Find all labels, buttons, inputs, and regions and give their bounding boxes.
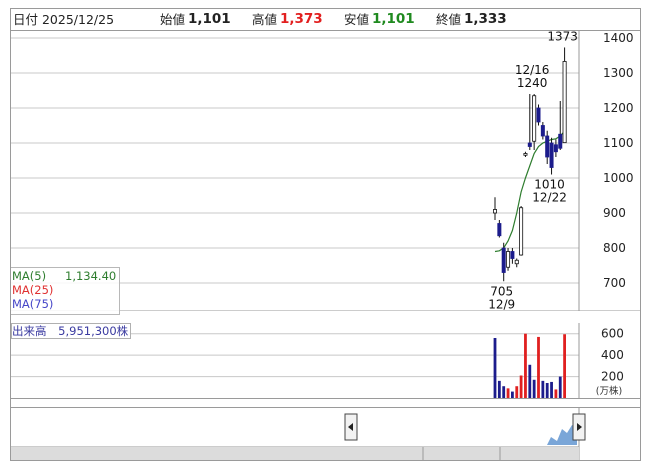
- chart-frame: 日付 2025/12/25 始値 1,101 高値 1,373 安値 1,101…: [10, 8, 641, 461]
- price-tick-label: 1100: [603, 136, 634, 150]
- date-readout: 日付 2025/12/25: [13, 12, 115, 27]
- ma-legend: MA(5) 1,134.40 MA(25) MA(75): [11, 267, 120, 315]
- close-value: 1,333: [464, 11, 507, 27]
- price-tick-label: 1400: [603, 31, 634, 45]
- candle: [527, 94, 532, 150]
- candle: [549, 137, 554, 175]
- ohlc-header: 日付 2025/12/25 始値 1,101 高値 1,373 安値 1,101…: [11, 9, 640, 31]
- price-annotation-label: 12/22: [532, 191, 567, 205]
- volume-bar: [537, 336, 540, 398]
- candle-body: [540, 125, 545, 137]
- volume-bar: [532, 379, 536, 398]
- candle-body: [562, 61, 567, 144]
- volume-tick-label: 200: [601, 370, 624, 384]
- candle-body: [519, 207, 524, 256]
- candle-body: [506, 251, 511, 268]
- price-annotation-label: 1010: [534, 178, 565, 192]
- price-tick-label: 800: [603, 241, 626, 255]
- candle-body: [510, 251, 515, 259]
- ma5-value: 1,134.40: [65, 269, 117, 283]
- candle-body: [514, 259, 519, 265]
- candle-body: [501, 247, 506, 273]
- candle: [492, 197, 497, 220]
- candle-body: [536, 107, 541, 123]
- volume-bar: [545, 383, 549, 398]
- volume-tick-label: 400: [601, 348, 624, 362]
- candle: [497, 220, 502, 238]
- volume-tick-label: 600: [601, 327, 624, 341]
- candle-body: [558, 133, 563, 149]
- candle: [545, 130, 550, 164]
- volume-bar: [528, 364, 532, 398]
- candle-body: [497, 223, 502, 237]
- open-value: 1,101: [188, 11, 231, 27]
- volume-bar: [497, 380, 501, 398]
- ma5-label: MA(5): [12, 269, 47, 283]
- range-navigator[interactable]: [11, 407, 640, 460]
- volume-bar: [563, 334, 566, 398]
- candle-body: [527, 142, 532, 147]
- price-tick-label: 1000: [603, 171, 634, 185]
- volume-bar: [550, 381, 553, 398]
- volume-title: 出来高 5,951,300株: [11, 323, 132, 339]
- volume-title-label: 出来高: [12, 324, 47, 338]
- candle: [562, 47, 567, 144]
- volume-bar: [541, 380, 545, 398]
- high-label: 高値: [252, 12, 278, 27]
- candle-body: [523, 153, 528, 156]
- candle: [536, 104, 541, 126]
- price-annotation-label: 12/16: [515, 63, 550, 77]
- close-label: 終値: [436, 12, 462, 27]
- candle-body: [492, 209, 497, 214]
- price-annotation-label: 1373: [547, 31, 578, 43]
- candle: [523, 151, 528, 157]
- price-tick-label: 900: [603, 206, 626, 220]
- ma25-label: MA(25): [12, 283, 54, 297]
- price-tick-label: 700: [603, 276, 626, 290]
- volume-total: 5,951,300株: [58, 324, 129, 338]
- candle: [514, 258, 519, 268]
- navigator-track[interactable]: [11, 447, 579, 460]
- ma75-label: MA(75): [12, 297, 54, 311]
- candle: [540, 122, 545, 140]
- volume-bar: [558, 376, 562, 398]
- volume-bar: [493, 338, 497, 398]
- price-annotation-label: 12/9: [488, 297, 515, 311]
- candle: [501, 242, 506, 282]
- low-value: 1,101: [372, 11, 415, 27]
- candle-body: [545, 135, 550, 158]
- volume-bar: [511, 391, 514, 398]
- volume-bar: [524, 333, 527, 398]
- volume-bar: [554, 389, 558, 398]
- volume-unit: (万株): [596, 385, 622, 397]
- price-annotation-label: 705: [490, 284, 513, 298]
- candle: [532, 94, 537, 150]
- volume-bar: [515, 386, 519, 398]
- candle: [510, 248, 515, 264]
- volume-bar: [506, 388, 510, 398]
- price-tick-label: 1200: [603, 101, 634, 115]
- candle: [553, 139, 558, 157]
- price-annotation-label: 1240: [517, 76, 548, 90]
- candle-body: [532, 95, 537, 142]
- low-label: 安値: [344, 12, 370, 27]
- candle: [519, 206, 524, 256]
- candle: [506, 248, 511, 271]
- candle-body: [549, 142, 554, 168]
- candle-body: [553, 144, 558, 153]
- volume-bar: [502, 386, 506, 398]
- price-tick-label: 1300: [603, 66, 634, 80]
- volume-bar: [519, 375, 523, 398]
- open-label: 始値: [160, 12, 186, 27]
- high-value: 1,373: [280, 11, 323, 27]
